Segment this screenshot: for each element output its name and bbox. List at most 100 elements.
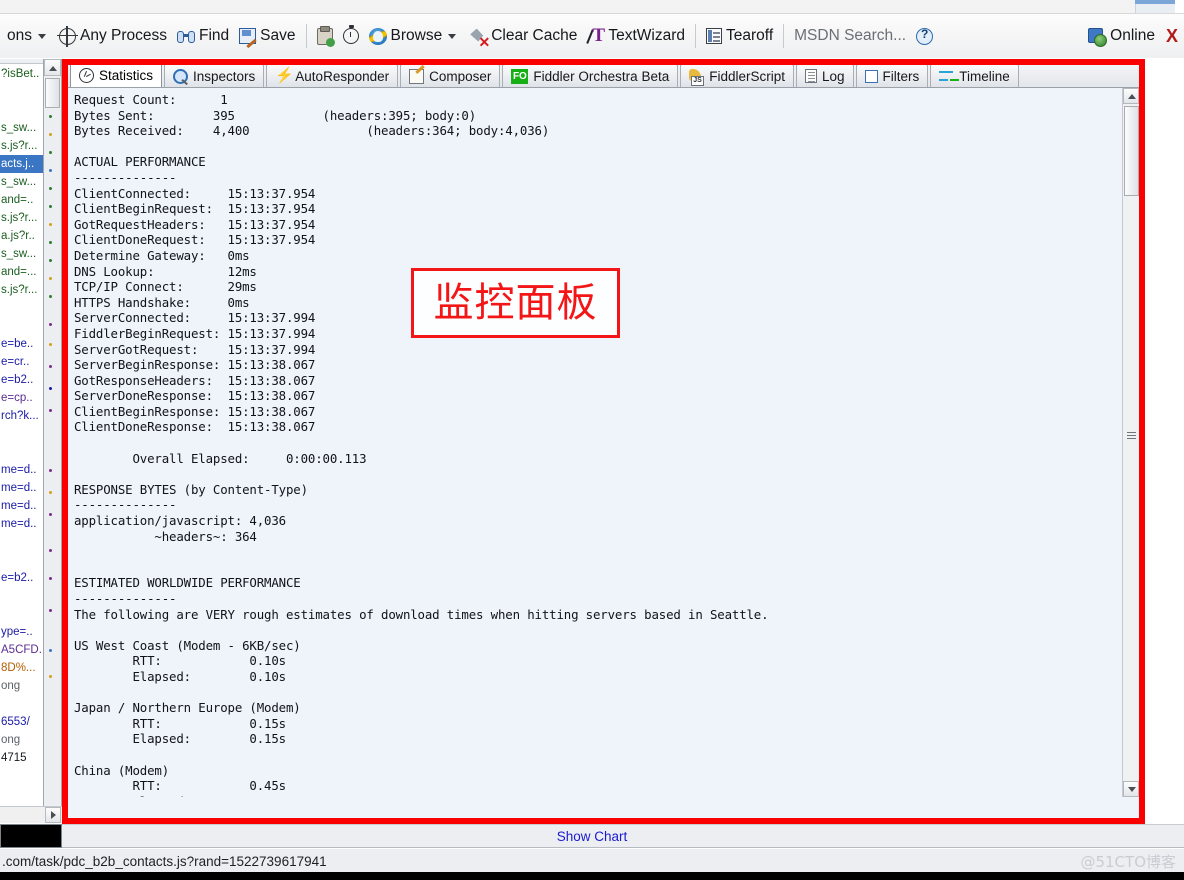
session-list-item[interactable]: [0, 101, 43, 119]
toolbar-timer-button[interactable]: [338, 19, 364, 53]
session-list-item[interactable]: 8D%...: [0, 659, 43, 677]
tab-timeline[interactable]: Timeline: [930, 64, 1019, 87]
sessions-list[interactable]: ?isBet.. s_sw... s.js?r... acts.j.. s_sw... a…: [0, 65, 43, 767]
session-list-item[interactable]: and=...: [0, 263, 43, 281]
toolbar-online-button[interactable]: Online: [1083, 19, 1160, 53]
session-list-item[interactable]: [0, 299, 43, 317]
session-list-item[interactable]: s.js?r...: [0, 137, 43, 155]
crosshair-icon: [57, 25, 78, 47]
toolbar-browse-button[interactable]: Browse: [364, 19, 465, 53]
session-list-item[interactable]: me=d..: [0, 479, 43, 497]
tab-bar[interactable]: Statistics Inspectors AutoResponder Compose…: [68, 62, 1139, 88]
session-list-item[interactable]: [0, 587, 43, 605]
session-list-item[interactable]: [0, 443, 43, 461]
statistics-content-area[interactable]: Request Count: 1 Bytes Sent: 395 (header…: [68, 88, 1122, 797]
session-list-item[interactable]: e=b2..: [0, 569, 43, 587]
session-list-item[interactable]: 4715: [0, 749, 43, 767]
session-list-item[interactable]: [0, 425, 43, 443]
session-list-item[interactable]: me=d..: [0, 515, 43, 533]
session-list-item[interactable]: a.js?r..: [0, 227, 43, 245]
tab-statistics[interactable]: Statistics: [70, 62, 163, 87]
sessions-horizontal-scrollbar[interactable]: [0, 806, 62, 823]
tab-label: Statistics: [99, 67, 154, 83]
scroll-up-arrow-icon[interactable]: [44, 59, 61, 76]
session-list-item[interactable]: [0, 695, 43, 713]
sessions-black-swatch: [0, 824, 62, 848]
watermark-label: @51CTO博客: [1080, 853, 1176, 871]
msdn-search-input[interactable]: MSDN Search...: [789, 19, 911, 53]
sessions-list-column[interactable]: ?isBet.. s_sw... s.js?r... acts.j.. s_sw... a…: [0, 59, 44, 823]
toolbar-tearoff-button[interactable]: Tearoff: [701, 19, 778, 53]
tab-fiddlerscript[interactable]: FiddlerScript: [680, 64, 794, 87]
toolbar-any-process-button[interactable]: Any Process: [54, 19, 172, 53]
session-list-item[interactable]: s_sw...: [0, 173, 43, 191]
window-top-strip: [0, 0, 1184, 14]
tab-autoresponder[interactable]: AutoResponder: [266, 64, 399, 87]
close-icon[interactable]: X: [1166, 26, 1178, 47]
toolbar-online-label: Online: [1110, 27, 1155, 45]
session-list-item[interactable]: s_sw...: [0, 245, 43, 263]
tab-composer[interactable]: Composer: [400, 64, 501, 87]
tab-filters[interactable]: Filters: [855, 64, 929, 87]
session-list-item[interactable]: ong: [0, 731, 43, 749]
session-list-item[interactable]: [0, 605, 43, 623]
session-list-item[interactable]: [0, 317, 43, 335]
session-list-item[interactable]: rch?k...: [0, 407, 43, 425]
tab-label: AutoResponder: [295, 68, 390, 84]
statistics-scroll-up-icon[interactable]: [1123, 88, 1139, 104]
session-list-item[interactable]: e=cr..: [0, 353, 43, 371]
window-bottom-edge: [0, 872, 1184, 880]
session-list-item[interactable]: [0, 533, 43, 551]
session-list-item[interactable]: acts.j..: [0, 155, 43, 173]
show-chart-link[interactable]: Show Chart: [557, 829, 628, 844]
tab-label: Filters: [882, 68, 920, 84]
session-list-item[interactable]: ype=..: [0, 623, 43, 641]
toolbar-clipboard-button[interactable]: [312, 19, 338, 53]
statistics-vertical-scrollbar[interactable]: [1122, 88, 1139, 797]
binoculars-icon: [177, 29, 196, 44]
tab-inspectors[interactable]: Inspectors: [164, 64, 265, 87]
session-list-item[interactable]: A5CFD.: [0, 641, 43, 659]
main-toolbar: ons Any Process Find Save Browse ✕ Clear…: [0, 14, 1184, 59]
session-list-item[interactable]: [0, 551, 43, 569]
statistics-scroll-thumb[interactable]: [1124, 106, 1139, 196]
tab-fiddler-orchestra-beta[interactable]: FO Fiddler Orchestra Beta: [502, 64, 679, 87]
tab-log[interactable]: Log: [796, 64, 854, 87]
session-list-item[interactable]: me=d..: [0, 497, 43, 515]
toolbar-clear-cache-button[interactable]: Clear Cache: [464, 19, 582, 53]
sessions-vertical-scrollbar[interactable]: [44, 59, 62, 823]
session-list-item[interactable]: s.js?r...: [0, 209, 43, 227]
session-list-item[interactable]: me=d..: [0, 461, 43, 479]
session-list-item[interactable]: e=be..: [0, 335, 43, 353]
sessions-scroll-track[interactable]: [44, 109, 61, 805]
scroll-right-arrow-icon[interactable]: [45, 807, 61, 823]
statistics-scroll-grip-icon[interactable]: [1124, 428, 1139, 442]
toolbar-save-button[interactable]: Save: [234, 19, 300, 53]
session-list-item[interactable]: ong: [0, 677, 43, 695]
annotation-callout: 监控面板: [411, 268, 620, 338]
session-list-item[interactable]: s.js?r...: [0, 281, 43, 299]
session-list-item[interactable]: s_sw...: [0, 119, 43, 137]
tab-label: Fiddler Orchestra Beta: [533, 68, 670, 84]
annotation-label: 监控面板: [433, 280, 598, 326]
msdn-search-placeholder: MSDN Search...: [794, 27, 907, 45]
session-list-item[interactable]: 6553/: [0, 713, 43, 731]
fiddlerscript-icon: [689, 68, 704, 86]
toolbar-tearoff-label: Tearoff: [726, 27, 774, 45]
toolbar-textwizard-button[interactable]: TextWizard: [582, 19, 690, 53]
session-list-item[interactable]: [0, 83, 43, 101]
session-list-item[interactable]: ?isBet..: [0, 65, 43, 83]
tearoff-icon: [706, 28, 723, 44]
statistics-footer-bar: Show Chart: [62, 824, 1184, 848]
sessions-scroll-thumb[interactable]: [45, 78, 60, 108]
statistics-scroll-down-icon[interactable]: [1123, 781, 1139, 797]
globe-online-icon: [1088, 27, 1108, 47]
toolbar-browse-label: Browse: [390, 27, 443, 45]
toolbar-options-button[interactable]: ons: [2, 19, 54, 53]
session-list-item[interactable]: and=..: [0, 191, 43, 209]
toolbar-find-button[interactable]: Find: [172, 19, 234, 53]
session-list-item[interactable]: e=cp..: [0, 389, 43, 407]
toolbar-help-button[interactable]: [911, 19, 938, 53]
browse-chevron-down-icon[interactable]: [448, 33, 457, 39]
session-list-item[interactable]: e=b2..: [0, 371, 43, 389]
